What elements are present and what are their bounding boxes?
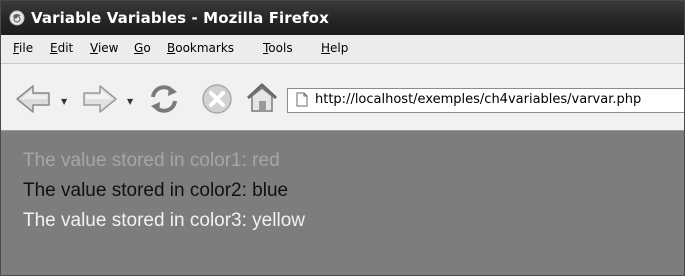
menu-tools[interactable]: Tools xyxy=(263,41,293,55)
page-content: The value stored in color1: red The valu… xyxy=(1,131,684,275)
forward-dropdown-icon[interactable]: ▼ xyxy=(127,97,133,106)
color3-line: The value stored in color3: yellow xyxy=(23,210,305,231)
stop-icon[interactable] xyxy=(200,82,234,116)
menu-help[interactable]: Help xyxy=(321,41,348,55)
back-dropdown-icon[interactable]: ▼ xyxy=(61,97,67,106)
title-bar: Variable Variables - Mozilla Firefox xyxy=(1,1,684,35)
menu-edit[interactable]: Edit xyxy=(50,41,73,55)
firefox-icon xyxy=(9,10,25,26)
menu-file[interactable]: File xyxy=(13,41,33,55)
home-icon[interactable] xyxy=(245,81,279,115)
menu-bar: File Edit View Go Bookmarks Tools Help xyxy=(1,35,684,64)
color2-line: The value stored in color2: blue xyxy=(23,180,289,201)
address-bar[interactable]: http://localhost/exemples/ch4variables/v… xyxy=(287,88,684,113)
window-title: Variable Variables - Mozilla Firefox xyxy=(31,9,329,27)
url-text[interactable]: http://localhost/exemples/ch4variables/v… xyxy=(315,92,641,107)
page-icon xyxy=(296,92,308,107)
reload-icon[interactable] xyxy=(147,82,181,116)
forward-arrow-icon[interactable] xyxy=(80,83,118,115)
back-arrow-icon[interactable] xyxy=(15,83,53,115)
browser-window: Variable Variables - Mozilla Firefox Fil… xyxy=(0,0,685,276)
color1-line: The value stored in color1: red xyxy=(23,150,280,171)
menu-view[interactable]: View xyxy=(90,41,118,55)
navigation-toolbar: ▼ ▼ http://localhost/exemples/ch4variabl… xyxy=(1,64,684,131)
menu-go[interactable]: Go xyxy=(134,41,151,55)
menu-bookmarks[interactable]: Bookmarks xyxy=(167,41,234,55)
